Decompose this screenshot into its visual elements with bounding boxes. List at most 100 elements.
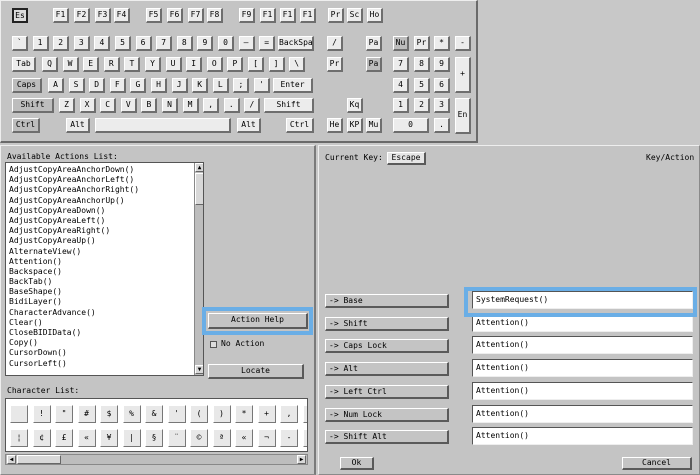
key-row1-4[interactable]: 4 [94, 36, 111, 51]
key-nav-pa2[interactable]: Pa [366, 57, 382, 72]
no-action-checkbox[interactable] [210, 341, 217, 348]
key-row2-3[interactable]: E [83, 57, 100, 72]
scroll-down-icon[interactable]: ▼ [195, 365, 203, 374]
key-pad-0[interactable]: 0 [393, 118, 429, 133]
scroll-up-icon[interactable]: ▲ [195, 163, 203, 172]
actions-scroll-thumb[interactable] [195, 173, 203, 205]
key-backspace[interactable]: BackSpa [278, 36, 314, 51]
key-fn-12[interactable]: F1 [300, 8, 316, 23]
key-fn-2[interactable]: F2 [74, 8, 90, 23]
key-fn-1[interactable]: F1 [53, 8, 69, 23]
key-alt-right[interactable]: Alt [237, 118, 261, 133]
actions-list[interactable]: AdjustCopyAreaAnchorDown() AdjustCopyArea… [5, 162, 204, 376]
key-row1-10[interactable]: 0 [218, 36, 234, 51]
key-fn-15[interactable]: Ho [367, 8, 383, 23]
action-list-item[interactable]: BackTab() [6, 277, 194, 287]
key-pad-r4-1[interactable]: 2 [414, 98, 430, 113]
modifier-button[interactable]: -> Caps Lock [325, 339, 449, 354]
character-cell[interactable]: | [122, 429, 141, 447]
key-row1-12[interactable]: = [259, 36, 276, 51]
key-shift-right[interactable]: Shift [264, 98, 314, 113]
key-pad-r4-2[interactable]: 3 [434, 98, 450, 113]
key-fn-14[interactable]: Sc [347, 8, 363, 23]
action-field[interactable]: Attention() [472, 359, 693, 378]
key-row2-7[interactable]: U [165, 57, 182, 72]
key-row4-10[interactable]: / [244, 98, 261, 113]
action-list-item[interactable]: CursorDown() [6, 348, 194, 358]
key-fn-0[interactable]: Es [12, 8, 28, 23]
key-ctrl-left[interactable]: Ctrl [12, 118, 40, 133]
action-list-item[interactable]: CharacterAdvance() [6, 308, 194, 318]
key-row1-7[interactable]: 7 [156, 36, 173, 51]
key-fn-9[interactable]: F9 [239, 8, 255, 23]
character-cell[interactable]: - [302, 405, 307, 423]
key-nav-slash[interactable]: / [327, 36, 343, 51]
character-cell[interactable]: ª [212, 429, 231, 447]
character-grid[interactable]: !"#$%&'()*+,-¦¢£«¥|§¨©ª«¬-® [5, 398, 308, 452]
key-row2-13[interactable]: \ [289, 57, 306, 72]
key-row4-6[interactable]: N [162, 98, 178, 113]
scroll-right-icon[interactable]: ▶ [297, 455, 306, 464]
action-list-item[interactable]: AdjustCopyAreaLeft() [6, 216, 194, 226]
character-cell[interactable]: % [122, 405, 141, 423]
key-nav-kp[interactable]: KP [347, 118, 363, 133]
key-row4-3[interactable]: C [100, 98, 117, 113]
locate-button[interactable]: Locate [208, 364, 304, 379]
modifier-button[interactable]: -> Left Ctrl [325, 384, 449, 399]
key-pad-r2-2[interactable]: 9 [434, 57, 450, 72]
action-list-item[interactable]: AdjustCopyAreaAnchorRight() [6, 185, 194, 195]
character-cell[interactable]: & [145, 405, 163, 423]
action-list-item[interactable]: Backspace() [6, 267, 194, 277]
action-list-item[interactable]: AdjustCopyAreaDown() [6, 206, 194, 216]
key-row2-6[interactable]: Y [145, 57, 161, 72]
key-row1-3[interactable]: 3 [73, 36, 90, 51]
modifier-button[interactable]: -> Shift Alt [325, 430, 449, 445]
key-row3-3[interactable]: D [89, 78, 106, 93]
key-row4-8[interactable]: , [203, 98, 220, 113]
key-row4-2[interactable]: X [79, 98, 96, 113]
modifier-button[interactable]: -> Shift [325, 316, 449, 331]
character-cell[interactable]: * [235, 405, 253, 423]
key-row1-5[interactable]: 5 [115, 36, 131, 51]
character-cell[interactable]: ( [190, 405, 208, 423]
key-row2-5[interactable]: T [124, 57, 141, 72]
action-field[interactable]: Attention() [472, 404, 693, 423]
action-list-item[interactable]: BidiLayer() [6, 297, 194, 307]
key-row3-1[interactable]: A [48, 78, 64, 93]
key-row1-1[interactable]: 1 [32, 36, 49, 51]
character-cell[interactable]: § [145, 429, 163, 447]
action-list-item[interactable]: CloseBIDIData() [6, 328, 194, 338]
character-scroll-thumb[interactable] [17, 455, 61, 464]
key-row4-5[interactable]: B [141, 98, 158, 113]
character-cell[interactable]: # [77, 405, 96, 423]
key-fn-13[interactable]: Pr [328, 8, 344, 23]
character-cell[interactable] [10, 405, 28, 423]
character-cell[interactable]: ' [167, 405, 186, 423]
actions-list-scrollbar[interactable]: ▲ ▼ [194, 163, 203, 375]
character-cell[interactable]: ¥ [100, 429, 118, 447]
action-field[interactable]: SystemRequest() [472, 291, 693, 309]
key-row4-7[interactable]: M [182, 98, 199, 113]
key-row3-10[interactable]: ; [233, 78, 250, 93]
character-cell[interactable]: ¦ [10, 429, 28, 447]
key-row2-9[interactable]: O [206, 57, 223, 72]
key-row3-7[interactable]: J [171, 78, 188, 93]
key-shift-left[interactable]: Shift [12, 98, 54, 113]
key-pad-enter[interactable]: En [455, 98, 471, 134]
modifier-button[interactable]: -> Base [325, 294, 449, 308]
character-cell[interactable]: ) [212, 405, 231, 423]
key-pad-r1-2[interactable]: * [434, 36, 450, 51]
character-cell[interactable]: ¢ [32, 429, 51, 447]
key-row4-1[interactable]: Z [59, 98, 75, 113]
character-cell[interactable]: ! [32, 405, 51, 423]
modifier-button[interactable]: -> Alt [325, 362, 449, 377]
action-list-item[interactable]: Clear() [6, 318, 194, 328]
character-cell[interactable]: " [55, 405, 73, 423]
key-row3-9[interactable]: L [212, 78, 229, 93]
action-list-item[interactable]: AdjustCopyAreaAnchorUp() [6, 196, 194, 206]
action-list-item[interactable]: AlternateView() [6, 247, 194, 257]
character-hscrollbar[interactable]: ◀ ▶ [5, 454, 308, 465]
action-list-item[interactable]: CursorLeft() [6, 359, 194, 369]
cancel-button[interactable]: Cancel [622, 457, 692, 470]
key-row3-5[interactable]: G [130, 78, 147, 93]
